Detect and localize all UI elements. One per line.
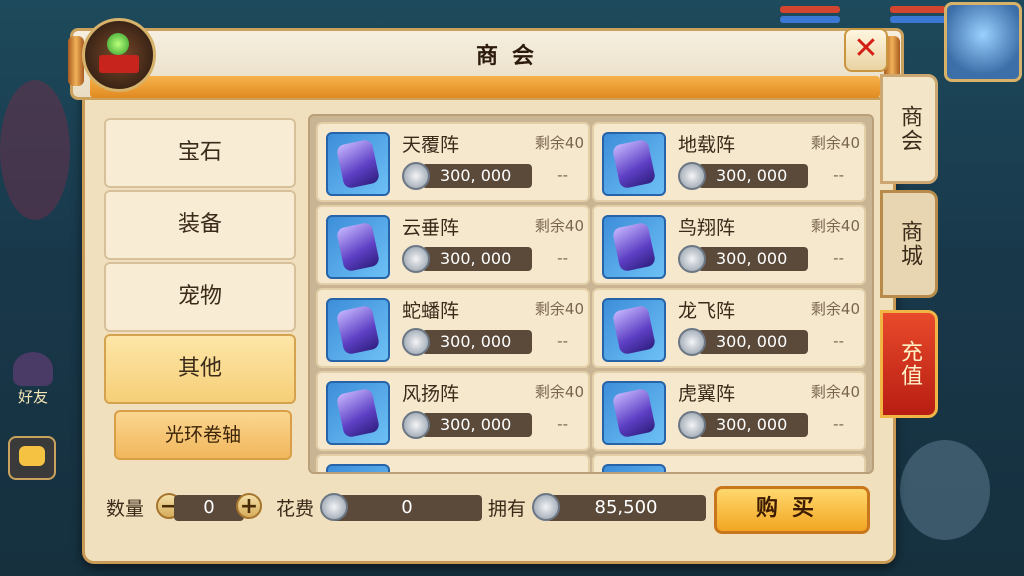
- hp-bar: [890, 6, 946, 13]
- item-status: --: [833, 415, 844, 433]
- scroll-icon: [326, 381, 390, 445]
- subcategory-aura-scroll[interactable]: 光环卷轴: [114, 410, 292, 460]
- friends-button[interactable]: 好友: [8, 352, 58, 407]
- scroll-icon: [602, 298, 666, 362]
- scroll-icon: [326, 298, 390, 362]
- item-status: --: [833, 249, 844, 267]
- silver-coin-icon: [402, 245, 430, 273]
- item-price: 300, 000: [698, 330, 808, 354]
- category-pet[interactable]: 宠物: [104, 262, 296, 332]
- quantity-value[interactable]: 0: [174, 495, 244, 521]
- quantity-label: 数量: [106, 498, 145, 520]
- silver-coin-icon: [320, 493, 348, 521]
- silver-coin-icon: [678, 245, 706, 273]
- silver-coin-icon: [678, 162, 706, 190]
- item-price: 300, 000: [698, 164, 808, 188]
- item-price: 300, 000: [698, 413, 808, 437]
- item-card[interactable]: 云垂阵 剩余40 300, 000 --: [316, 205, 590, 285]
- item-card[interactable]: 龙飞阵 剩余40 300, 000 --: [592, 288, 866, 368]
- scroll-icon: [326, 464, 390, 472]
- item-card-partial[interactable]: [592, 454, 866, 472]
- item-card-partial[interactable]: [316, 454, 590, 472]
- silver-coin-icon: [678, 411, 706, 439]
- item-name: 天覆阵: [402, 134, 460, 156]
- cost-value: 0: [332, 495, 482, 521]
- item-price: 300, 000: [422, 247, 532, 271]
- chat-bubble-icon: [19, 446, 45, 466]
- scroll-icon: [602, 381, 666, 445]
- title-band: [90, 76, 880, 98]
- item-status: --: [557, 166, 568, 184]
- item-name: 风扬阵: [402, 383, 460, 405]
- category-gem[interactable]: 宝石: [104, 118, 296, 188]
- item-price: 300, 000: [422, 164, 532, 188]
- friends-label: 好友: [17, 388, 48, 406]
- tab-chamber-of-commerce[interactable]: 商会: [880, 74, 938, 184]
- coral-decoration: [0, 80, 70, 220]
- item-remaining: 剩余40: [534, 383, 584, 401]
- item-remaining: 剩余40: [810, 383, 860, 401]
- item-card[interactable]: 地载阵 剩余40 300, 000 --: [592, 122, 866, 202]
- quantity-plus-button[interactable]: +: [236, 493, 262, 519]
- chat-button[interactable]: [8, 436, 56, 480]
- item-remaining: 剩余40: [534, 300, 584, 318]
- purchase-bar: 数量 − 0 + 花费 0 拥有 85,500 购买: [0, 486, 1024, 534]
- item-name: 云垂阵: [402, 217, 460, 239]
- item-remaining: 剩余40: [810, 300, 860, 318]
- tab-mall[interactable]: 商城: [880, 190, 938, 298]
- item-card[interactable]: 天覆阵 剩余40 300, 000 --: [316, 122, 590, 202]
- tab-recharge[interactable]: 充值: [880, 310, 938, 418]
- wizard-hat-icon: [13, 352, 53, 386]
- scroll-icon: [326, 215, 390, 279]
- mp-bar: [780, 16, 840, 23]
- item-card[interactable]: 风扬阵 剩余40 300, 000 --: [316, 371, 590, 451]
- item-status: --: [557, 249, 568, 267]
- item-status: --: [557, 332, 568, 350]
- hp-bar: [780, 6, 840, 13]
- silver-coin-icon: [678, 328, 706, 356]
- item-card[interactable]: 鸟翔阵 剩余40 300, 000 --: [592, 205, 866, 285]
- cost-label: 花费: [276, 498, 315, 520]
- item-status: --: [833, 332, 844, 350]
- mp-bar: [890, 16, 946, 23]
- silver-coin-icon: [532, 493, 560, 521]
- category-equipment[interactable]: 装备: [104, 190, 296, 260]
- item-remaining: 剩余40: [534, 134, 584, 152]
- close-button[interactable]: ✕: [844, 28, 888, 72]
- owned-label: 拥有: [488, 498, 527, 520]
- item-price: 300, 000: [422, 413, 532, 437]
- silver-coin-icon: [402, 328, 430, 356]
- scroll-icon: [602, 132, 666, 196]
- item-status: --: [833, 166, 844, 184]
- item-name: 虎翼阵: [678, 383, 736, 405]
- silver-coin-icon: [402, 162, 430, 190]
- item-card[interactable]: 蛇蟠阵 剩余40 300, 000 --: [316, 288, 590, 368]
- item-remaining: 剩余40: [810, 217, 860, 235]
- item-remaining: 剩余40: [534, 217, 584, 235]
- item-card[interactable]: 虎翼阵 剩余40 300, 000 --: [592, 371, 866, 451]
- item-price: 300, 000: [422, 330, 532, 354]
- item-price: 300, 000: [698, 247, 808, 271]
- item-grid[interactable]: 天覆阵 剩余40 300, 000 -- 地载阵 剩余40 300, 000 -…: [308, 114, 874, 474]
- scroll-icon: [602, 215, 666, 279]
- buy-button[interactable]: 购买: [714, 486, 870, 534]
- item-name: 鸟翔阵: [678, 217, 736, 239]
- item-remaining: 剩余40: [810, 134, 860, 152]
- silver-coin-icon: [402, 411, 430, 439]
- scroll-icon: [326, 132, 390, 196]
- item-name: 龙飞阵: [678, 300, 736, 322]
- shop-emblem-icon: [82, 18, 156, 92]
- category-other[interactable]: 其他: [104, 334, 296, 404]
- item-status: --: [557, 415, 568, 433]
- owned-value: 85,500: [546, 495, 706, 521]
- item-name: 蛇蟠阵: [402, 300, 460, 322]
- item-name: 地载阵: [678, 134, 736, 156]
- scroll-icon: [602, 464, 666, 472]
